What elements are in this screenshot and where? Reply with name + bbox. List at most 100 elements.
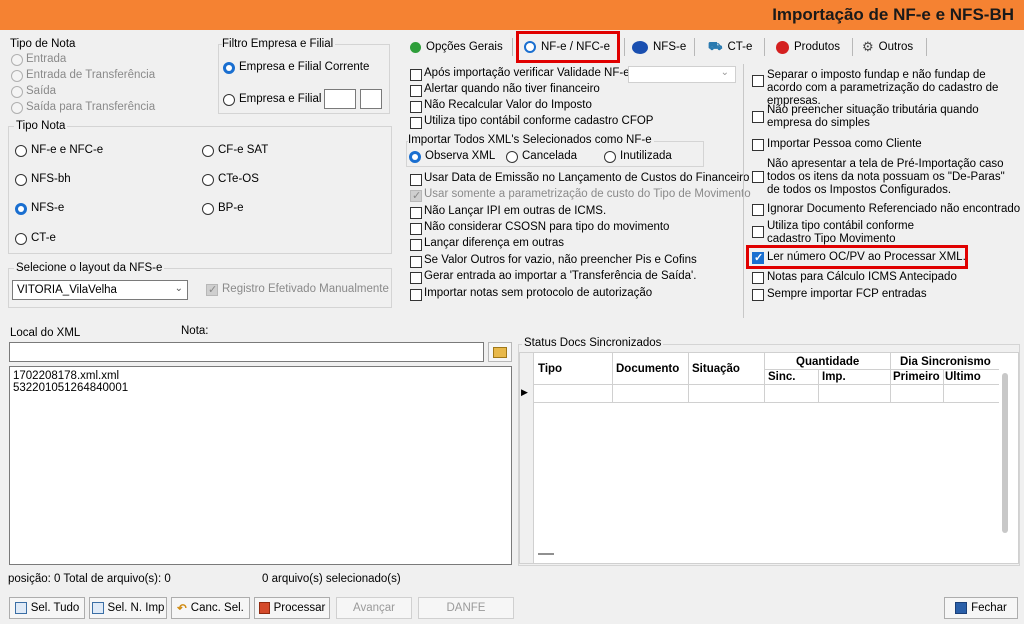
- radio-saida-label: Saída: [26, 85, 57, 97]
- checkbox-gerar-entrada[interactable]: [410, 272, 422, 284]
- radio-entrada-label: Entrada: [26, 53, 67, 65]
- radio-entrada-transferencia[interactable]: [11, 70, 23, 82]
- radio-nfs-bh[interactable]: [15, 174, 27, 186]
- filtro-label: Filtro Empresa e Filial: [222, 38, 336, 50]
- vertical-scrollbar[interactable]: [1002, 373, 1008, 533]
- sel-n-imp-button[interactable]: Sel. N. Imp: [89, 597, 167, 619]
- checkbox-data-emissao[interactable]: [410, 174, 422, 186]
- checkbox-parametrizacao-custo[interactable]: [410, 189, 422, 202]
- checkbox-ignorar-referenciado[interactable]: [752, 204, 764, 216]
- radio-empresa-filial[interactable]: [223, 94, 235, 106]
- row-indicator-column: [520, 353, 534, 563]
- horizontal-scrollbar[interactable]: [538, 553, 554, 555]
- checkbox-valor-outros-label: Se Valor Outros for vazio, não preencher…: [424, 254, 697, 266]
- highlight-ler-oc-pv: [746, 245, 968, 269]
- canc-sel-button[interactable]: ↶ Canc. Sel.: [171, 597, 250, 619]
- tab-produtos[interactable]: Produtos: [776, 36, 840, 58]
- exit-door-icon: [955, 602, 968, 614]
- checkbox-tipo-contabil-cfop[interactable]: [410, 117, 422, 129]
- radio-ct-e[interactable]: [15, 233, 27, 245]
- tab-separator: [624, 38, 625, 56]
- radio-empresa-filial-corrente[interactable]: [223, 62, 235, 74]
- tab-opcoes-gerais-label: Opções Gerais: [426, 41, 503, 53]
- checkbox-pre-importacao[interactable]: [752, 171, 764, 183]
- checkbox-validade-nfe[interactable]: [410, 69, 422, 81]
- checkbox-lancar-diferenca-label: Lançar diferença em outras: [424, 237, 564, 249]
- checkbox-nao-lancar-ipi[interactable]: [410, 207, 422, 219]
- checkbox-alertar-financeiro[interactable]: [410, 85, 422, 97]
- avancar-button[interactable]: Avançar: [336, 597, 412, 619]
- checkbox-valor-outros[interactable]: [410, 256, 422, 268]
- sel-n-imp-label: Sel. N. Imp: [107, 602, 165, 614]
- status-grid[interactable]: ▶ Tipo Documento Situação Quantidade Sin…: [519, 352, 1019, 564]
- fechar-button[interactable]: Fechar: [944, 597, 1018, 619]
- checkbox-fcp-entradas[interactable]: [752, 289, 764, 301]
- chevron-down-icon: ⌄: [174, 283, 183, 294]
- xml-file-list[interactable]: 1702208178.xml.xml 532201051264840001: [9, 366, 512, 565]
- col-documento: Documento: [616, 363, 680, 375]
- sel-tudo-button[interactable]: Sel. Tudo: [9, 597, 85, 619]
- col-sinc: Sinc.: [768, 371, 796, 383]
- col-imp: Imp.: [822, 371, 846, 383]
- file-item[interactable]: 1702208178.xml.xml: [13, 370, 508, 382]
- local-xml-input[interactable]: [9, 342, 484, 362]
- radio-nfs-e[interactable]: [15, 203, 27, 215]
- empresa-field[interactable]: [324, 89, 356, 109]
- checkbox-situacao-tributaria[interactable]: [752, 111, 764, 123]
- radio-nfe-nfce[interactable]: [15, 145, 27, 157]
- checkbox-nao-lancar-ipi-label: Não Lançar IPI em outras de ICMS.: [424, 205, 607, 217]
- radio-cte-os[interactable]: [202, 174, 214, 186]
- current-row-arrow-icon: ▶: [521, 387, 528, 397]
- checkbox-ignorar-referenciado-label: Ignorar Documento Referenciado não encon…: [767, 203, 1021, 215]
- browse-folder-button[interactable]: [488, 342, 512, 362]
- checkbox-sem-protocolo[interactable]: [410, 289, 422, 301]
- checkbox-tipo-contabil-cfop-label: Utiliza tipo contábil conforme cadastro …: [424, 115, 654, 127]
- registro-efetivado-checkbox[interactable]: [206, 283, 218, 296]
- radio-cfe-sat[interactable]: [202, 145, 214, 157]
- radio-nfs-e-label: NFS-e: [31, 202, 65, 214]
- status-label: Status Docs Sincronizados: [522, 337, 664, 349]
- radio-entrada[interactable]: [11, 54, 23, 66]
- tab-produtos-label: Produtos: [794, 41, 841, 53]
- select-all-icon: [14, 602, 27, 614]
- tab-opcoes-gerais[interactable]: Opções Gerais: [410, 36, 503, 58]
- tab-outros-label: Outros: [878, 41, 914, 53]
- checkbox-csosn-label: Não considerar CSOSN para tipo do movime…: [424, 221, 670, 233]
- checkbox-tipo-contabil-movimento[interactable]: [752, 226, 764, 238]
- checkbox-validade-nfe-label: Após importação verificar Validade NF-e: [424, 67, 630, 79]
- radio-entrada-transferencia-label: Entrada de Transferência: [26, 69, 156, 81]
- col-quantidade: Quantidade: [796, 356, 860, 368]
- danfe-button[interactable]: DANFE: [418, 597, 514, 619]
- tab-nfs-e[interactable]: NFS-e: [632, 36, 686, 58]
- validade-select[interactable]: ⌄: [628, 66, 736, 83]
- avancar-label: Avançar: [353, 602, 395, 614]
- checkbox-gerar-entrada-label: Gerar entrada ao importar a 'Transferênc…: [424, 270, 697, 282]
- tab-outros[interactable]: ⚙ Outros: [862, 36, 913, 58]
- tab-ct-e[interactable]: ⛟ CT-e: [708, 36, 752, 58]
- radio-cancelada[interactable]: [506, 151, 518, 163]
- layout-label: Selecione o layout da NFS-e: [14, 262, 165, 274]
- file-item[interactable]: 532201051264840001: [13, 382, 508, 394]
- checkbox-nao-recalcular[interactable]: [410, 101, 422, 113]
- radio-observa-xml[interactable]: [409, 151, 421, 163]
- radio-saida-transferencia[interactable]: [11, 102, 23, 114]
- radio-bp-e[interactable]: [202, 203, 214, 215]
- checkbox-nao-recalcular-label: Não Recalcular Valor do Imposto: [424, 99, 592, 111]
- processar-button[interactable]: Processar: [254, 597, 330, 619]
- radio-saida[interactable]: [11, 86, 23, 98]
- checkbox-fundap[interactable]: [752, 75, 764, 87]
- chevron-down-icon: ⌄: [720, 67, 729, 78]
- radio-cancelada-label: Cancelada: [522, 150, 577, 162]
- checkbox-pre-importacao-label: Não apresentar a tela de Pré-Importação …: [767, 158, 1005, 196]
- checkbox-pessoa-cliente[interactable]: [752, 139, 764, 151]
- tab-separator: [852, 38, 853, 56]
- layout-select[interactable]: VITORIA_VilaVelha ⌄: [12, 280, 188, 300]
- filial-field[interactable]: [360, 89, 382, 109]
- truck-icon: ⛟: [708, 40, 723, 53]
- radio-cte-os-label: CTe-OS: [218, 173, 259, 185]
- checkbox-csosn[interactable]: [410, 223, 422, 235]
- radio-nfs-bh-label: NFS-bh: [31, 173, 71, 185]
- checkbox-icms-antecipado[interactable]: [752, 272, 764, 284]
- radio-inutilizada[interactable]: [604, 151, 616, 163]
- checkbox-lancar-diferenca[interactable]: [410, 239, 422, 251]
